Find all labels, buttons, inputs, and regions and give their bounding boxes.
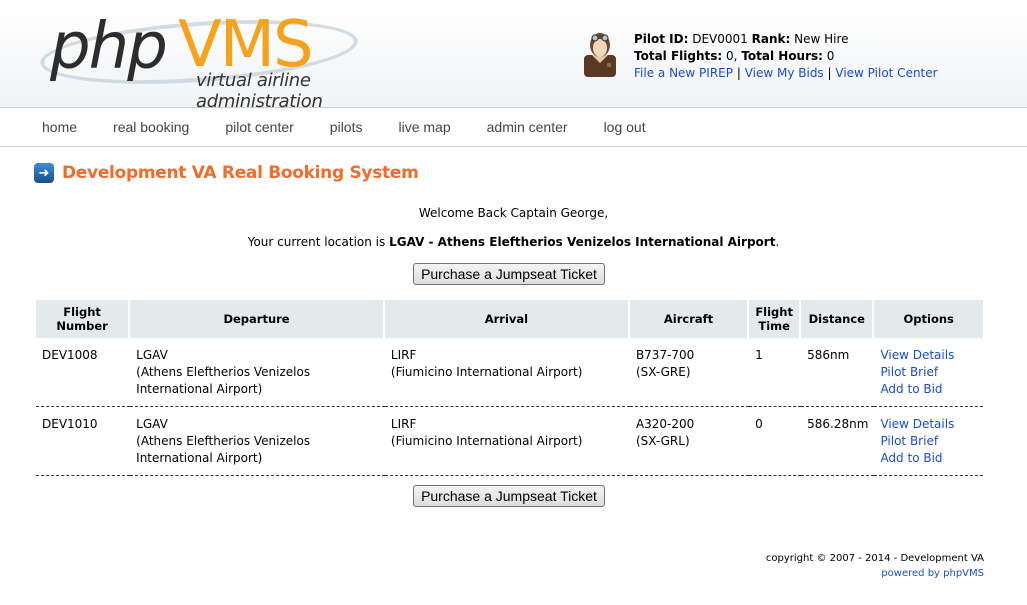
header-aircraft: Aircraft <box>629 300 750 338</box>
table-row: DEV1008 LGAV (Athens Eleftherios Venizel… <box>36 338 983 407</box>
flight-number: DEV1008 <box>36 338 131 407</box>
aircraft-registration: (SX-GRL) <box>635 434 690 448</box>
nav-item-admin-center[interactable]: admin center <box>469 108 586 146</box>
rank-value: New Hire <box>794 32 849 46</box>
aircraft-type: B737-700 <box>635 348 695 362</box>
view-details-link[interactable]: View Details <box>880 348 954 362</box>
total-hours-value: 0 <box>826 49 835 63</box>
main-nav: home real booking pilot center pilots li… <box>0 108 1027 147</box>
flight-number: DEV1010 <box>36 407 131 476</box>
header-flight-time: Flight Time <box>749 300 802 338</box>
pilot-brief-link[interactable]: Pilot Brief <box>880 365 938 379</box>
pilot-id-line: Pilot ID: DEV0001 Rank: New Hire <box>634 31 934 48</box>
table-header-row: Flight Number Departure Arrival Aircraft… <box>36 300 983 338</box>
add-to-bid-link[interactable]: Add to Bid <box>880 451 942 465</box>
purchase-jumpseat-button-bottom[interactable]: Purchase a Jumpseat Ticket <box>413 485 605 507</box>
link-separator: | <box>827 66 832 80</box>
location-suffix: . <box>775 235 780 249</box>
aircraft-cell: B737-700 (SX-GRE) <box>629 338 750 407</box>
view-bids-link[interactable]: View My Bids <box>745 66 824 80</box>
pilot-links: File a New PIREP | View My Bids | View P… <box>634 65 938 82</box>
copyright-text: copyright © 2007 - 2014 - Development VA <box>765 553 984 564</box>
pilot-summary: Pilot ID: DEV0001 Rank: New Hire Total F… <box>634 31 938 82</box>
powered-by-link[interactable]: powered by phpVMS <box>881 568 984 579</box>
distance: 586nm <box>801 338 875 407</box>
page-title-text: Development VA Real Booking System <box>62 163 419 183</box>
arrival-name: (Fiumicino International Airport) <box>390 434 583 448</box>
header: php VMS virtual airline administration P… <box>0 0 1027 112</box>
link-separator: | <box>736 66 741 80</box>
departure-name: (Athens Eleftherios Venizelos Internatio… <box>136 365 311 396</box>
options-cell: View Details Pilot Brief Add to Bid <box>874 338 983 407</box>
pilot-stats-line: Total Flights: 0, Total Hours: 0 <box>634 48 934 65</box>
welcome-message: Welcome Back Captain George, <box>418 206 609 220</box>
options-cell: View Details Pilot Brief Add to Bid <box>874 407 983 476</box>
total-flights-value: 0, <box>726 49 738 63</box>
header-options: Options <box>874 300 983 338</box>
view-pilot-center-link[interactable]: View Pilot Center <box>835 66 937 80</box>
rank-label: Rank: <box>751 32 791 46</box>
arrow-right-icon: ➜ <box>34 163 54 183</box>
location-prefix: Your current location is <box>247 235 390 249</box>
header-distance: Distance <box>801 300 875 338</box>
file-pirep-link[interactable]: File a New PIREP <box>634 66 733 80</box>
header-flight-number: Flight Number <box>36 300 131 338</box>
header-departure: Departure <box>130 300 385 338</box>
phpvms-logo[interactable]: php VMS virtual airline administration <box>38 8 430 112</box>
pilot-avatar-icon <box>584 33 616 77</box>
current-location: Your current location is LGAV - Athens E… <box>0 235 1027 249</box>
arrival-code: LIRF <box>390 417 417 431</box>
aircraft-registration: (SX-GRE) <box>635 365 691 379</box>
departure-cell: LGAV (Athens Eleftherios Venizelos Inter… <box>130 338 385 407</box>
nav-item-live-map[interactable]: live map <box>380 108 468 146</box>
nav-item-real-booking[interactable]: real booking <box>95 108 207 146</box>
flights-table: Flight Number Departure Arrival Aircraft… <box>36 300 983 476</box>
departure-cell: LGAV (Athens Eleftherios Venizelos Inter… <box>130 407 385 476</box>
nav-item-pilot-center[interactable]: pilot center <box>207 108 311 146</box>
pilot-brief-link[interactable]: Pilot Brief <box>880 434 938 448</box>
nav-item-log-out[interactable]: log out <box>586 108 664 146</box>
pilot-id-value: DEV0001 <box>692 32 748 46</box>
table-row: DEV1010 LGAV (Athens Eleftherios Venizel… <box>36 407 983 476</box>
view-details-link[interactable]: View Details <box>880 417 954 431</box>
purchase-jumpseat-button[interactable]: Purchase a Jumpseat Ticket <box>413 263 605 285</box>
nav-item-pilots[interactable]: pilots <box>312 108 381 146</box>
arrival-cell: LIRF (Fiumicino International Airport) <box>384 338 630 407</box>
logo-text-php: php <box>50 10 168 84</box>
pilot-id-label: Pilot ID: <box>634 32 689 46</box>
arrival-code: LIRF <box>390 348 417 362</box>
arrival-name: (Fiumicino International Airport) <box>390 365 583 379</box>
logo-subtitle: virtual airline administration <box>196 70 323 112</box>
total-hours-label: Total Hours: <box>741 49 823 63</box>
location-value: LGAV - Athens Eleftherios Venizelos Inte… <box>389 235 776 249</box>
distance: 586.28nm <box>801 407 875 476</box>
flight-time: 1 <box>749 338 802 407</box>
departure-code: LGAV <box>136 417 168 431</box>
aircraft-cell: A320-200 (SX-GRL) <box>629 407 750 476</box>
nav-item-home[interactable]: home <box>24 108 95 146</box>
arrival-cell: LIRF (Fiumicino International Airport) <box>384 407 630 476</box>
footer: copyright © 2007 - 2014 - Development VA… <box>766 551 984 581</box>
flight-time: 0 <box>749 407 802 476</box>
departure-code: LGAV <box>136 348 168 362</box>
departure-name: (Athens Eleftherios Venizelos Internatio… <box>136 434 311 465</box>
total-flights-label: Total Flights: <box>634 49 723 63</box>
page-title: ➜ Development VA Real Booking System <box>34 163 419 183</box>
header-arrival: Arrival <box>384 300 630 338</box>
aircraft-type: A320-200 <box>635 417 695 431</box>
add-to-bid-link[interactable]: Add to Bid <box>880 382 942 396</box>
